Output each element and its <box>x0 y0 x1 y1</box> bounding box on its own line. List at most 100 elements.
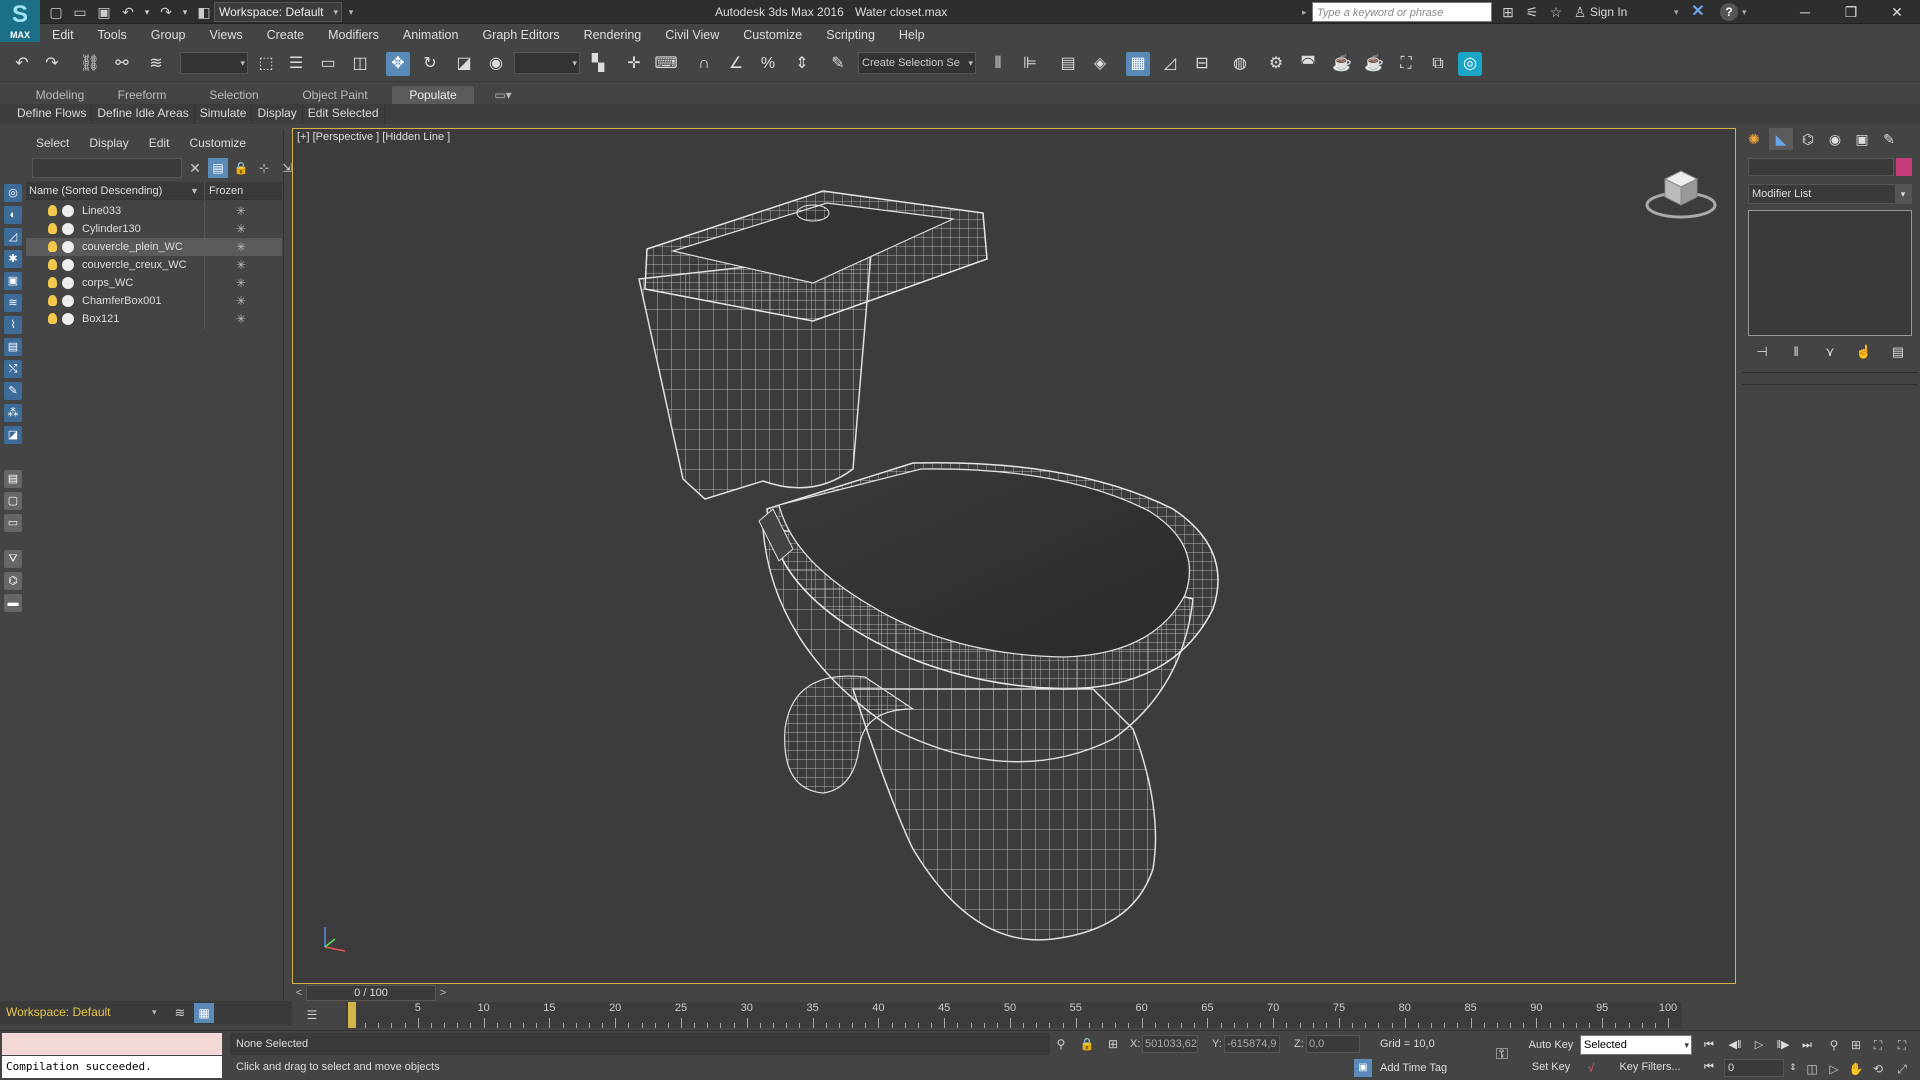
scene-explorer-search-input[interactable] <box>32 158 182 178</box>
visibility-lightbulb-icon[interactable] <box>48 277 57 288</box>
column-frozen-header[interactable]: Frozen <box>204 182 282 200</box>
play-icon[interactable]: ▷ <box>1748 1035 1770 1055</box>
layer-explorer-icon[interactable]: ≋ <box>170 1003 190 1023</box>
se-menu-select[interactable]: Select <box>26 134 79 152</box>
tab-object-paint[interactable]: Object Paint <box>294 86 376 104</box>
search-input[interactable]: Type a keyword or phrase <box>1312 2 1492 22</box>
edit-named-selection-icon[interactable]: ✎ <box>826 52 850 76</box>
time-configuration-icon[interactable]: ◫ <box>1802 1059 1822 1079</box>
schematic-view-icon[interactable]: ⊟ <box>1190 52 1214 76</box>
remove-modifier-icon[interactable]: ☝ <box>1854 342 1874 362</box>
unlink-selection-icon[interactable]: ⚯ <box>110 52 134 76</box>
visibility-lightbulb-icon[interactable] <box>48 205 57 216</box>
render-in-cloud-icon[interactable]: ⛶ <box>1394 52 1418 76</box>
menu-views[interactable]: Views <box>197 24 254 46</box>
display-bones-icon[interactable]: ✎ <box>4 382 22 400</box>
display-containers-icon[interactable]: ◪ <box>4 426 22 444</box>
auto-key-button[interactable]: Auto Key <box>1526 1035 1576 1055</box>
favorites-star-icon[interactable]: ☆ <box>1546 2 1566 22</box>
maxscript-mini-listener-output[interactable]: Compilation succeeded. <box>2 1056 222 1078</box>
define-flows-button[interactable]: Define Flows <box>12 104 93 124</box>
selection-set-dropdown[interactable]: Selected ▾ <box>1580 1035 1692 1055</box>
invert-display-icon[interactable]: ▭ <box>4 514 22 532</box>
table-row[interactable]: corps_WC ✳ <box>26 274 282 292</box>
display-cameras-icon[interactable]: ▣ <box>4 272 22 290</box>
application-button[interactable]: S MAX <box>0 0 40 42</box>
current-time-indicator[interactable] <box>348 1002 356 1028</box>
window-crossing-icon[interactable]: ◫ <box>348 52 372 76</box>
ribbon-options-icon[interactable]: ▭▾ <box>488 86 518 104</box>
display-all-icon[interactable]: ▤ <box>4 470 22 488</box>
freeze-toggle-icon[interactable]: ✳ <box>236 220 246 238</box>
selection-lock-icon[interactable]: 🔒 <box>1078 1035 1096 1053</box>
minimize-button[interactable]: ─ <box>1782 0 1828 24</box>
perspective-viewport[interactable]: [+] [Perspective ] [Hidden Line ] <box>292 128 1736 984</box>
maximize-viewport-icon[interactable]: ⤢ <box>1892 1059 1912 1079</box>
media-browser-icon[interactable]: ⧉ <box>1426 52 1450 76</box>
display-button[interactable]: Display <box>252 104 303 124</box>
snaps-toggle-icon[interactable]: ∩ <box>692 52 716 76</box>
timeline-ruler[interactable]: 5 10 15 20 25 30 35 40 45 50 55 60 65 70 75 80 85 90 95 100 <box>346 1002 1682 1028</box>
freeze-toggle-icon[interactable]: ✳ <box>236 256 246 274</box>
create-tab-icon[interactable]: ✺ <box>1742 128 1766 150</box>
clear-search-icon[interactable]: ✕ <box>186 158 204 178</box>
default-in-out-tangents-icon[interactable]: √ <box>1582 1059 1600 1077</box>
select-and-scale-icon[interactable]: ◪ <box>452 52 476 76</box>
make-unique-icon[interactable]: ⋎ <box>1820 342 1840 362</box>
freeze-toggle-icon[interactable]: ✳ <box>236 310 246 328</box>
spinner-snap-icon[interactable]: ⇕ <box>790 52 814 76</box>
maxscript-mini-listener-input[interactable] <box>2 1033 222 1055</box>
display-particles-icon[interactable]: ⁂ <box>4 404 22 422</box>
quick-access-menu-icon[interactable]: ▾ <box>344 2 358 22</box>
display-none-filter-icon[interactable]: ▢ <box>4 492 22 510</box>
add-time-tag-button[interactable]: Add Time Tag <box>1380 1057 1447 1079</box>
configure-modifier-sets-icon[interactable]: ▤ <box>1888 342 1908 362</box>
a360-gallery-icon[interactable]: ◎ <box>1458 52 1482 76</box>
table-row[interactable]: couvercle_creux_WC ✳ <box>26 256 282 274</box>
simulate-button[interactable]: Simulate <box>195 104 253 124</box>
sign-in-button[interactable]: Sign In <box>1590 0 1627 24</box>
time-tag-icon[interactable]: ▣ <box>1354 1059 1372 1077</box>
layer-manager-icon[interactable]: ▤ <box>1056 52 1080 76</box>
search-expand-icon[interactable]: ▸ <box>1302 2 1307 22</box>
table-row[interactable]: Box121 ✳ <box>26 310 282 328</box>
autodesk-exchange-icon[interactable]: ✕ <box>1688 2 1708 22</box>
undo-dropdown-icon[interactable]: ▾ <box>142 2 152 22</box>
tab-modeling[interactable]: Modeling <box>20 86 100 104</box>
table-row[interactable]: ChamferBox001 ✳ <box>26 292 282 310</box>
scene-explorer-icon[interactable]: ▦ <box>194 1003 214 1023</box>
menu-scripting[interactable]: Scripting <box>814 24 887 46</box>
pivot-center-icon[interactable]: ▚ <box>586 52 610 76</box>
orbit-icon[interactable]: ⟲ <box>1868 1059 1888 1079</box>
modify-tab-icon[interactable]: ◣ <box>1769 128 1793 150</box>
pan-view-icon[interactable]: ✋ <box>1846 1059 1866 1079</box>
freeze-toggle-icon[interactable]: ✳ <box>236 202 246 220</box>
display-helpers-icon[interactable]: ≋ <box>4 294 22 312</box>
previous-frame-arrow-icon[interactable]: < <box>292 984 306 1002</box>
rendered-frame-window-icon[interactable]: ◚ <box>1296 52 1320 76</box>
set-key-button[interactable]: Set Key <box>1526 1057 1576 1077</box>
zoom-extents-icon[interactable]: ⛶ <box>1868 1035 1888 1055</box>
display-lights-icon[interactable]: ✱ <box>4 250 22 268</box>
menu-animation[interactable]: Animation <box>391 24 471 46</box>
visibility-lightbulb-icon[interactable] <box>48 295 57 306</box>
modifier-list-dropdown[interactable]: Modifier List ▾ <box>1748 184 1912 204</box>
current-frame-input[interactable]: 0 <box>1724 1059 1784 1077</box>
viewport-label-menu[interactable]: [+] [Perspective ] [Hidden Line ] <box>297 131 450 143</box>
curve-editor-icon[interactable]: ◿ <box>1158 52 1182 76</box>
redo-dropdown-icon[interactable]: ▾ <box>180 2 190 22</box>
manipulate-icon[interactable]: ✛ <box>622 52 646 76</box>
modifier-stack[interactable] <box>1748 210 1912 336</box>
display-none-icon[interactable]: ◎ <box>4 184 22 202</box>
open-mini-curve-editor-icon[interactable]: ☰ <box>302 1006 322 1024</box>
freeze-toggle-icon[interactable]: ✳ <box>236 274 246 292</box>
tab-selection[interactable]: Selection <box>196 86 272 104</box>
filter-icon[interactable]: ⛛ <box>4 550 22 568</box>
render-iterative-icon[interactable]: ☕ <box>1362 52 1386 76</box>
new-file-icon[interactable]: ▢ <box>46 2 66 22</box>
menu-modifiers[interactable]: Modifiers <box>316 24 391 46</box>
display-shapes-icon[interactable]: ◿ <box>4 228 22 246</box>
render-setup-icon[interactable]: ⚙ <box>1264 52 1288 76</box>
save-file-icon[interactable]: ▣ <box>94 2 114 22</box>
se-menu-display[interactable]: Display <box>79 134 138 152</box>
